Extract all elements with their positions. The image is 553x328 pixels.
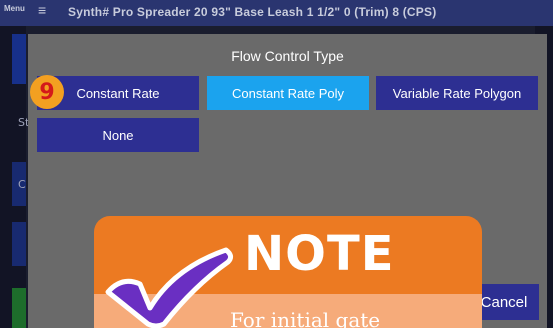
- side-tile[interactable]: [12, 34, 26, 84]
- step-badge: 9: [30, 75, 64, 109]
- option-variable-rate-polygon[interactable]: Variable Rate Polygon: [376, 76, 538, 110]
- side-panel: [0, 26, 26, 328]
- menu-label[interactable]: Menu: [4, 4, 25, 13]
- app-header-text: Synth# Pro Spreader 20 93" Base Leash 1 …: [68, 5, 437, 19]
- side-label: C: [18, 178, 26, 191]
- side-tile[interactable]: [12, 222, 26, 266]
- hamburger-icon[interactable]: ≡: [38, 2, 46, 18]
- option-none[interactable]: None: [37, 118, 199, 152]
- side-tile[interactable]: [12, 288, 26, 328]
- note-text: For initial gate: [230, 308, 381, 328]
- dialog-title: Flow Control Type: [231, 48, 344, 64]
- checkmark-icon: [105, 247, 234, 328]
- note-title: NOTE: [244, 226, 395, 282]
- option-constant-rate-poly[interactable]: Constant Rate Poly: [207, 76, 369, 110]
- app-header: Menu ≡ Synth# Pro Spreader 20 93" Base L…: [0, 0, 553, 26]
